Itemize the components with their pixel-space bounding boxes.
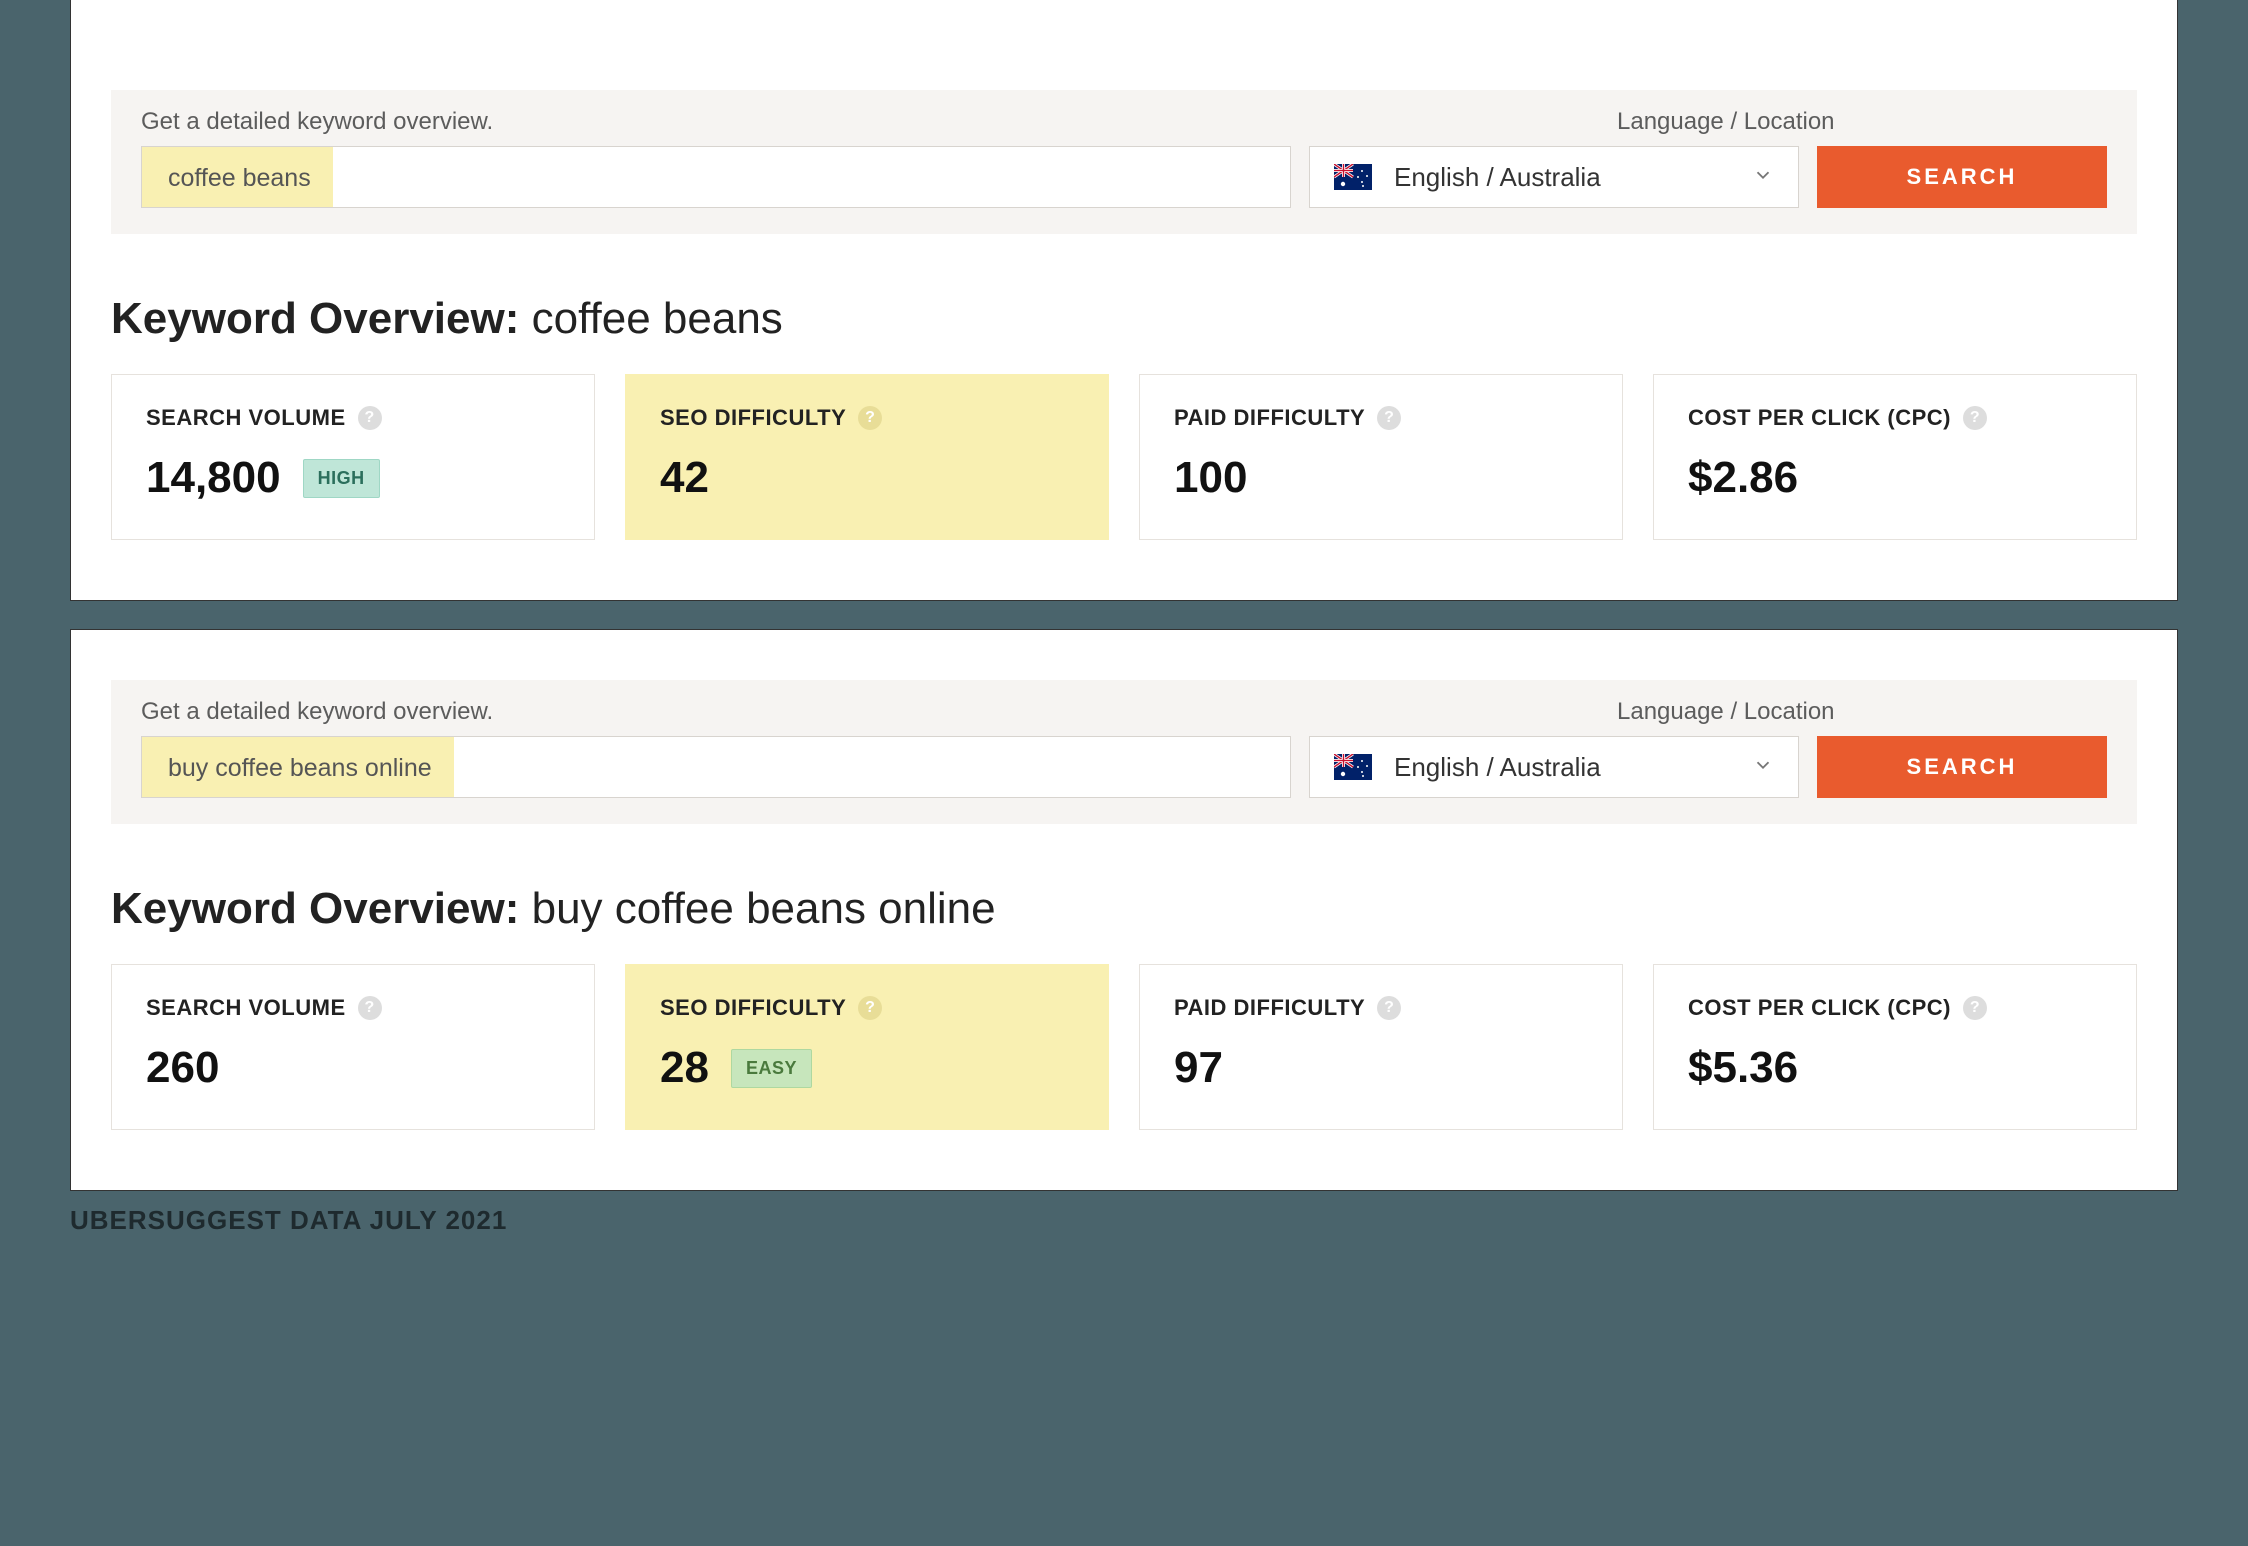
- locale-label: Language / Location: [1617, 108, 2107, 136]
- keyword-panel: Get a detailed keyword overview. Languag…: [70, 0, 2178, 601]
- metric-paid-difficulty: PAID DIFFICULTY ? 100: [1139, 374, 1623, 540]
- help-icon[interactable]: ?: [358, 406, 382, 430]
- metrics-row: SEARCH VOLUME ? 14,800 HIGH SEO DIFFICUL…: [111, 374, 2137, 540]
- metric-value: 28: [660, 1043, 709, 1093]
- flag-icon: [1334, 164, 1372, 190]
- chevron-down-icon: [1752, 752, 1774, 783]
- keyword-input-value: coffee beans: [142, 147, 333, 207]
- chevron-down-icon: [1752, 162, 1774, 193]
- metric-value: 260: [146, 1043, 219, 1093]
- metric-seo-difficulty: SEO DIFFICULTY ? 28 EASY: [625, 964, 1109, 1130]
- locale-select[interactable]: English / Australia: [1309, 146, 1799, 208]
- search-button[interactable]: SEARCH: [1817, 736, 2107, 798]
- keyword-input-value: buy coffee beans online: [142, 737, 454, 797]
- locale-value: English / Australia: [1394, 162, 1601, 193]
- flag-icon: [1334, 754, 1372, 780]
- metric-value: 42: [660, 453, 709, 503]
- search-bar: Get a detailed keyword overview. Languag…: [111, 90, 2137, 234]
- search-prompt: Get a detailed keyword overview.: [141, 698, 493, 726]
- metric-label: SEARCH VOLUME: [146, 995, 346, 1021]
- metric-label: SEARCH VOLUME: [146, 405, 346, 431]
- metric-label: PAID DIFFICULTY: [1174, 995, 1365, 1021]
- metric-cpc: COST PER CLICK (CPC) ? $5.36: [1653, 964, 2137, 1130]
- help-icon[interactable]: ?: [1377, 406, 1401, 430]
- locale-label: Language / Location: [1617, 698, 2107, 726]
- metric-paid-difficulty: PAID DIFFICULTY ? 97: [1139, 964, 1623, 1130]
- data-source-caption: UBERSUGGEST DATA JULY 2021: [70, 1205, 2178, 1236]
- overview-prefix: Keyword Overview:: [111, 884, 519, 933]
- help-icon[interactable]: ?: [858, 996, 882, 1020]
- overview-keyword: buy coffee beans online: [532, 884, 996, 933]
- metric-label: PAID DIFFICULTY: [1174, 405, 1365, 431]
- metric-value: 97: [1174, 1043, 1223, 1093]
- overview-title: Keyword Overview: coffee beans: [111, 294, 2137, 344]
- keyword-input[interactable]: coffee beans: [141, 146, 1291, 208]
- help-icon[interactable]: ?: [1963, 996, 1987, 1020]
- help-icon[interactable]: ?: [358, 996, 382, 1020]
- keyword-panel: Get a detailed keyword overview. Languag…: [70, 629, 2178, 1191]
- metric-label: COST PER CLICK (CPC): [1688, 995, 1951, 1021]
- metric-label: COST PER CLICK (CPC): [1688, 405, 1951, 431]
- metric-label: SEO DIFFICULTY: [660, 405, 846, 431]
- metric-value: $5.36: [1688, 1043, 1798, 1093]
- overview-title: Keyword Overview: buy coffee beans onlin…: [111, 884, 2137, 934]
- overview-keyword: coffee beans: [532, 294, 783, 343]
- metric-value: 100: [1174, 453, 1247, 503]
- status-badge: HIGH: [303, 459, 380, 498]
- overview-prefix: Keyword Overview:: [111, 294, 519, 343]
- search-bar: Get a detailed keyword overview. Languag…: [111, 680, 2137, 824]
- metric-search-volume: SEARCH VOLUME ? 260: [111, 964, 595, 1130]
- metric-seo-difficulty: SEO DIFFICULTY ? 42: [625, 374, 1109, 540]
- keyword-input[interactable]: buy coffee beans online: [141, 736, 1291, 798]
- locale-select[interactable]: English / Australia: [1309, 736, 1799, 798]
- locale-value: English / Australia: [1394, 752, 1601, 783]
- help-icon[interactable]: ?: [1377, 996, 1401, 1020]
- metric-search-volume: SEARCH VOLUME ? 14,800 HIGH: [111, 374, 595, 540]
- search-button[interactable]: SEARCH: [1817, 146, 2107, 208]
- metric-label: SEO DIFFICULTY: [660, 995, 846, 1021]
- metric-cpc: COST PER CLICK (CPC) ? $2.86: [1653, 374, 2137, 540]
- metrics-row: SEARCH VOLUME ? 260 SEO DIFFICULTY ? 28 …: [111, 964, 2137, 1130]
- search-prompt: Get a detailed keyword overview.: [141, 108, 493, 136]
- status-badge: EASY: [731, 1049, 812, 1088]
- help-icon[interactable]: ?: [1963, 406, 1987, 430]
- metric-value: $2.86: [1688, 453, 1798, 503]
- metric-value: 14,800: [146, 453, 281, 503]
- help-icon[interactable]: ?: [858, 406, 882, 430]
